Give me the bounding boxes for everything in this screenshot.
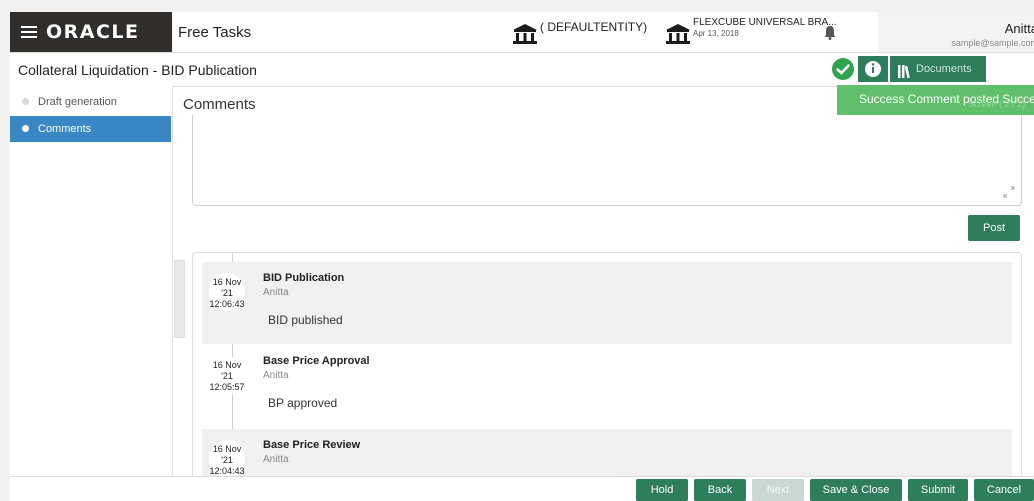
entry-time: 12:05:57 [209, 382, 245, 392]
top-bar: ORACLE Free Tasks ( DEFAULTENTITY) FLEXC… [10, 12, 1034, 52]
section-title: Comments [183, 96, 256, 113]
oracle-logo: ORACLE [46, 21, 140, 43]
branch-bank-icon [666, 24, 690, 44]
entry-year: '21 [221, 288, 233, 298]
screen-indicator: Screen ( 2 / 2) [968, 99, 1026, 109]
next-button[interactable]: Next [752, 479, 804, 501]
sidebar-item-draft-generation[interactable]: Draft generation [10, 89, 171, 115]
entry-user: Anitta [263, 454, 289, 465]
date-badge: 16 Nov '21 12:06:43 [209, 273, 245, 311]
hold-button[interactable]: Hold [636, 479, 688, 501]
documents-label: Documents [916, 63, 972, 75]
entry-user: Anitta [263, 370, 289, 381]
timeline-entry: 16 Nov '21 12:05:57 Base Price Approval … [202, 345, 1012, 427]
entry-date: 16 Nov [212, 444, 242, 454]
date-badge: 16 Nov '21 12:05:57 [209, 356, 245, 394]
success-check-icon [832, 58, 854, 80]
branch-selector[interactable]: FLEXCUBE UNIVERSAL BRA... [693, 17, 837, 28]
submit-button[interactable]: Submit [908, 479, 968, 501]
entity-selector[interactable]: ( DEFAULTENTITY) [540, 20, 647, 34]
title-bar: Collateral Liquidation - BID Publication… [10, 52, 1034, 87]
documents-icon [898, 62, 910, 79]
entry-text: BP approved [268, 396, 338, 410]
branch-date: Apr 13, 2018 [693, 29, 739, 38]
hamburger-menu-icon[interactable] [21, 23, 37, 41]
timeline-entry: 16 Nov '21 12:04:43 Base Price Review An… [202, 429, 1012, 477]
user-name: Anitta [1004, 21, 1034, 36]
entry-year: '21 [221, 371, 233, 381]
user-menu[interactable]: Anitta sample@sample.com [878, 12, 1034, 52]
entry-title: BID Publication [263, 272, 345, 284]
expand-icon[interactable] [1003, 185, 1015, 198]
sidebar: Draft generation Comments [10, 86, 173, 476]
step-dot-icon [22, 125, 29, 132]
bell-icon[interactable] [824, 25, 836, 45]
entry-time: 12:06:43 [209, 299, 245, 309]
info-button[interactable] [858, 56, 888, 82]
sidebar-item-label: Comments [38, 123, 92, 135]
user-email: sample@sample.com [951, 38, 1034, 48]
cancel-button[interactable]: Cancel [974, 479, 1034, 501]
date-badge: 16 Nov '21 12:04:43 [209, 440, 245, 477]
menu-title: Free Tasks [178, 24, 252, 41]
entry-date: 16 Nov [212, 360, 242, 370]
sidebar-item-comments[interactable]: Comments [10, 116, 171, 142]
comment-textarea[interactable] [192, 115, 1022, 206]
app-frame: ORACLE Free Tasks ( DEFAULTENTITY) FLEXC… [10, 12, 1034, 501]
brand-bar: ORACLE [10, 12, 172, 52]
entry-title: Base Price Approval [263, 355, 370, 367]
save-close-button[interactable]: Save & Close [810, 479, 902, 501]
entity-bank-icon [513, 24, 537, 44]
step-dot-icon [22, 98, 29, 105]
entry-year: '21 [221, 455, 233, 465]
post-button[interactable]: Post [968, 215, 1020, 241]
timeline-entry: 16 Nov '21 12:06:43 BID Publication Anit… [202, 262, 1012, 344]
page-title: Collateral Liquidation - BID Publication [18, 62, 257, 78]
entry-title: Base Price Review [263, 439, 361, 451]
scrollbar-handle[interactable] [174, 260, 185, 338]
back-button[interactable]: Back [694, 479, 746, 501]
sidebar-item-label: Draft generation [38, 96, 117, 108]
footer-bar: Hold Back Next Save & Close Submit Cance… [10, 476, 1034, 501]
entry-user: Anitta [263, 287, 289, 298]
documents-button[interactable]: Documents [890, 56, 986, 82]
comments-timeline: 16 Nov '21 12:06:43 BID Publication Anit… [192, 252, 1022, 477]
entry-date: 16 Nov [212, 277, 242, 287]
entry-text: BID published [268, 313, 343, 327]
